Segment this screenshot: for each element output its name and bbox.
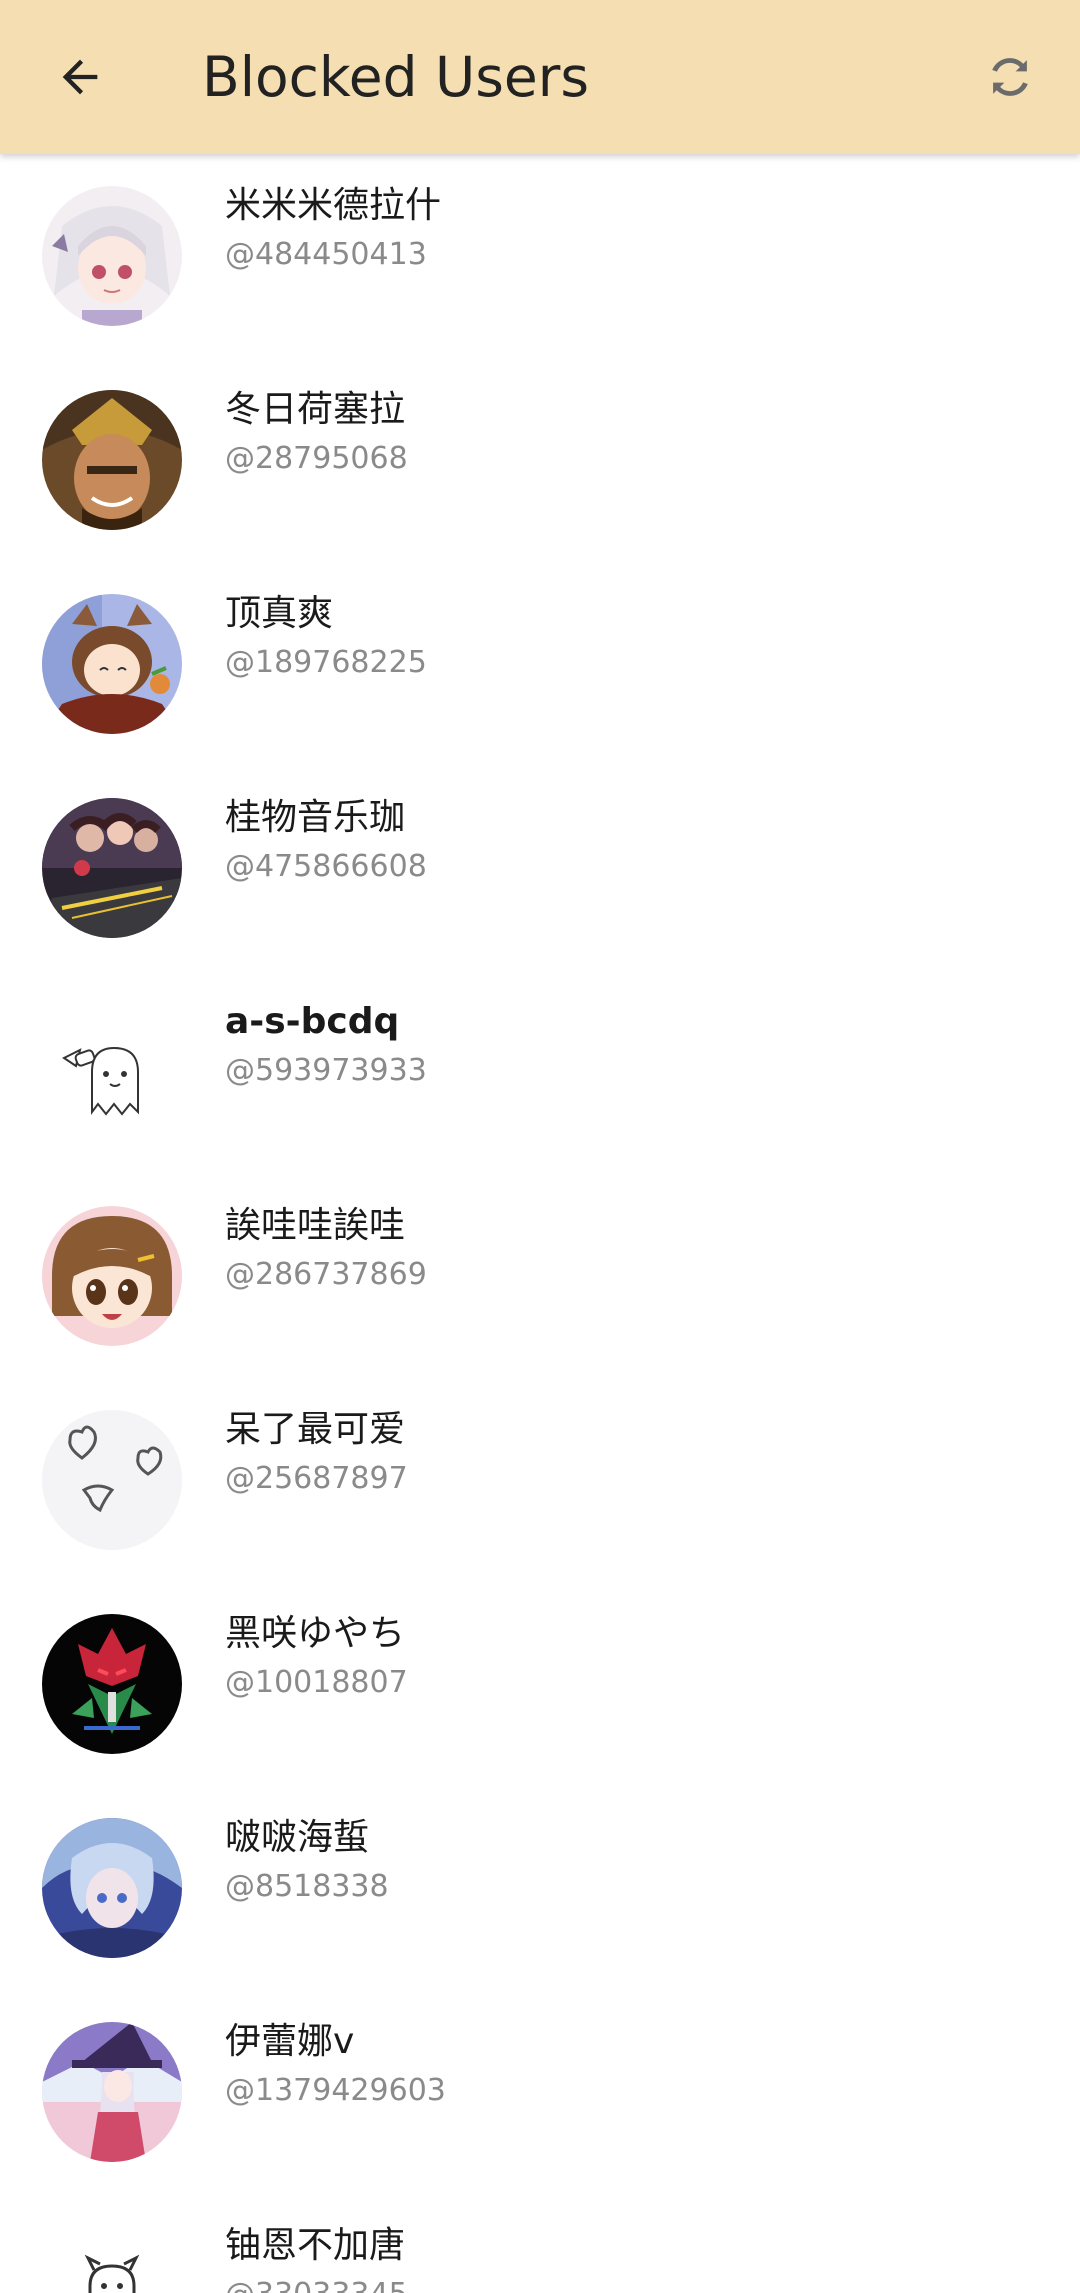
blocked-users-list: 米米米德拉什 @484450413 冬日荷塞拉 @28795068 顶真爽 @1… [0,154,1080,2293]
user-row[interactable]: a-s-bcdq @593973933 [0,970,1080,1174]
user-handle: @475866608 [225,849,427,884]
avatar [42,1206,182,1346]
user-name: 呆了最可爱 [225,1409,406,1450]
avatar [42,390,182,530]
user-handle: @33033345 [225,2277,408,2293]
user-row[interactable]: 呆了最可爱 @25687897 [0,1378,1080,1582]
user-handle: @593973933 [225,1053,427,1088]
user-name: a-s-bcdq [225,1001,400,1042]
back-button[interactable] [40,37,120,117]
user-handle: @286737869 [225,1257,427,1292]
user-handle: @1379429603 [225,2073,446,2108]
user-name: 啵啵海蜇 [225,1817,370,1858]
user-name: 米米米德拉什 [225,185,442,226]
user-row[interactable]: 啵啵海蜇 @8518338 [0,1786,1080,1990]
user-row[interactable]: 誒哇哇誒哇 @286737869 [0,1174,1080,1378]
user-name: 铀恩不加唐 [225,2225,406,2266]
avatar [42,1818,182,1958]
user-row[interactable]: 伊蕾娜v @1379429603 [0,1990,1080,2194]
avatar [42,2022,182,2162]
avatar [42,798,182,938]
user-name: 顶真爽 [225,593,334,634]
user-row[interactable]: 铀恩不加唐 @33033345 [0,2194,1080,2293]
arrow-left-icon [62,59,98,95]
user-row[interactable]: 桂物音乐珈 @475866608 [0,766,1080,970]
user-handle: @8518338 [225,1869,389,1904]
avatar [42,594,182,734]
refresh-button[interactable] [970,37,1050,117]
page-title: Blocked Users [202,45,590,109]
avatar [42,1614,182,1754]
user-handle: @189768225 [225,645,427,680]
user-handle: @25687897 [225,1461,408,1496]
refresh-icon [992,58,1028,96]
user-row[interactable]: 黑咲ゆやち @10018807 [0,1582,1080,1786]
user-row[interactable]: 米米米德拉什 @484450413 [0,154,1080,358]
user-row[interactable]: 冬日荷塞拉 @28795068 [0,358,1080,562]
avatar [42,186,182,326]
user-handle: @28795068 [225,441,408,476]
user-name: 伊蕾娜v [225,2021,355,2062]
user-row[interactable]: 顶真爽 @189768225 [0,562,1080,766]
avatar [42,1002,182,1142]
user-handle: @484450413 [225,237,427,272]
user-name: 冬日荷塞拉 [225,389,406,430]
user-name: 桂物音乐珈 [225,797,406,838]
user-name: 誒哇哇誒哇 [225,1205,406,1246]
app-bar: Blocked Users [0,0,1080,154]
avatar [42,1410,182,1550]
user-handle: @10018807 [225,1665,408,1700]
avatar [42,2226,182,2293]
user-name: 黑咲ゆやち [225,1613,406,1654]
